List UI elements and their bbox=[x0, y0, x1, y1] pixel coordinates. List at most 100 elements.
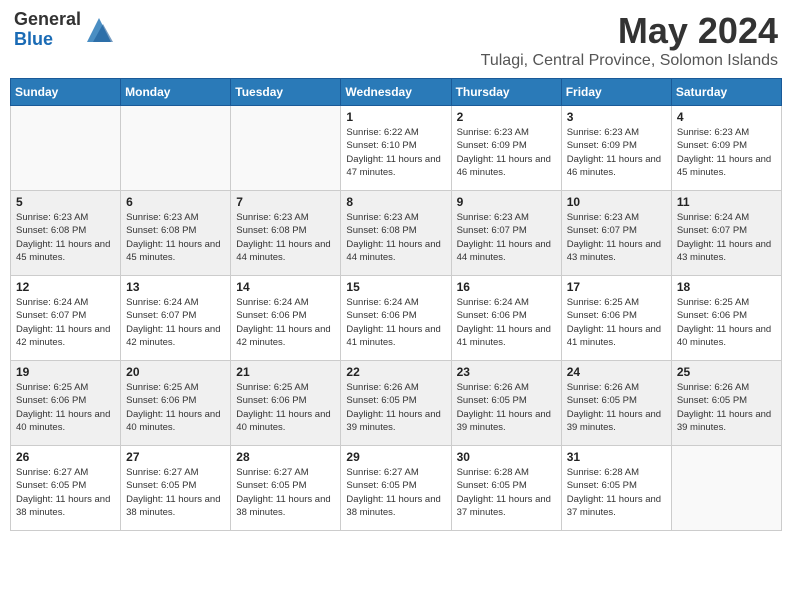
calendar-cell: 3Sunrise: 6:23 AM Sunset: 6:09 PM Daylig… bbox=[561, 106, 671, 191]
day-number: 18 bbox=[677, 280, 776, 294]
day-info: Sunrise: 6:23 AM Sunset: 6:07 PM Dayligh… bbox=[567, 211, 666, 264]
calendar-cell: 22 Sunrise: 6:26 AM Sunset: 6:05 PM Dayli… bbox=[341, 361, 451, 446]
day-number: 25 bbox=[677, 365, 776, 379]
calendar-cell: 1 Sunrise: 6:22 AM Sunset: 6:10 PM Daylig… bbox=[341, 106, 451, 191]
day-info: Sunrise: 6:23 AM Sunset: 6:08 PM Dayligh… bbox=[346, 211, 445, 264]
day-number: 20 bbox=[126, 365, 225, 379]
calendar-week-row: 5 Sunrise: 6:23 AM Sunset: 6:08 PM Daylig… bbox=[11, 191, 782, 276]
day-number: 30 bbox=[457, 450, 556, 464]
calendar-cell: 17 Sunrise: 6:25 AM Sunset: 6:06 PM Dayli… bbox=[561, 276, 671, 361]
calendar-cell: 31 Sunrise: 6:28 AM Sunset: 6:05 PM Dayli… bbox=[561, 446, 671, 531]
day-info: Sunrise: 6:23 AM Sunset: 6:08 PM Dayligh… bbox=[126, 211, 225, 264]
calendar-day-header: Wednesday bbox=[341, 79, 451, 106]
day-info: Sunrise: 6:23 AM Sunset: 6:08 PM Dayligh… bbox=[16, 211, 115, 264]
calendar-day-header: Monday bbox=[121, 79, 231, 106]
day-info: Sunrise: 6:25 AM Sunset: 6:06 PM Dayligh… bbox=[126, 381, 225, 434]
day-info: Sunrise: 6:25 AM Sunset: 6:06 PM Dayligh… bbox=[236, 381, 335, 434]
calendar-cell: 14 Sunrise: 6:24 AM Sunset: 6:06 PM Dayli… bbox=[231, 276, 341, 361]
calendar-cell: 9 Sunrise: 6:23 AM Sunset: 6:07 PM Daylig… bbox=[451, 191, 561, 276]
day-info: Sunrise: 6:26 AM Sunset: 6:05 PM Dayligh… bbox=[346, 381, 445, 434]
calendar-table: SundayMondayTuesdayWednesdayThursdayFrid… bbox=[10, 78, 782, 531]
day-number: 2 bbox=[457, 110, 556, 124]
day-number: 12 bbox=[16, 280, 115, 294]
day-number: 6 bbox=[126, 195, 225, 209]
day-info: Sunrise: 6:26 AM Sunset: 6:05 PM Dayligh… bbox=[677, 381, 776, 434]
calendar-cell: 6 Sunrise: 6:23 AM Sunset: 6:08 PM Daylig… bbox=[121, 191, 231, 276]
day-info: Sunrise: 6:23 AM Sunset: 6:09 PM Dayligh… bbox=[677, 126, 776, 179]
day-number: 5 bbox=[16, 195, 115, 209]
calendar-cell: 10Sunrise: 6:23 AM Sunset: 6:07 PM Dayli… bbox=[561, 191, 671, 276]
day-info: Sunrise: 6:26 AM Sunset: 6:05 PM Dayligh… bbox=[457, 381, 556, 434]
day-number: 28 bbox=[236, 450, 335, 464]
day-info: Sunrise: 6:27 AM Sunset: 6:05 PM Dayligh… bbox=[126, 466, 225, 519]
calendar-day-header: Tuesday bbox=[231, 79, 341, 106]
day-number: 1 bbox=[346, 110, 445, 124]
calendar-cell: 24Sunrise: 6:26 AM Sunset: 6:05 PM Dayli… bbox=[561, 361, 671, 446]
day-info: Sunrise: 6:24 AM Sunset: 6:06 PM Dayligh… bbox=[236, 296, 335, 349]
day-number: 3 bbox=[567, 110, 666, 124]
day-info: Sunrise: 6:23 AM Sunset: 6:08 PM Dayligh… bbox=[236, 211, 335, 264]
day-info: Sunrise: 6:27 AM Sunset: 6:05 PM Dayligh… bbox=[16, 466, 115, 519]
title-section: May 2024 Tulagi, Central Province, Solom… bbox=[481, 10, 778, 70]
calendar-cell: 19 Sunrise: 6:25 AM Sunset: 6:06 PM Dayli… bbox=[11, 361, 121, 446]
day-number: 23 bbox=[457, 365, 556, 379]
day-info: Sunrise: 6:28 AM Sunset: 6:05 PM Dayligh… bbox=[567, 466, 666, 519]
day-info: Sunrise: 6:24 AM Sunset: 6:07 PM Dayligh… bbox=[126, 296, 225, 349]
calendar-cell: 4 Sunrise: 6:23 AM Sunset: 6:09 PM Daylig… bbox=[671, 106, 781, 191]
calendar-cell: 29 Sunrise: 6:27 AM Sunset: 6:05 PM Dayli… bbox=[341, 446, 451, 531]
day-number: 17 bbox=[567, 280, 666, 294]
page-header: General Blue May 2024 Tulagi, Central Pr… bbox=[10, 10, 782, 70]
calendar-header-row: SundayMondayTuesdayWednesdayThursdayFrid… bbox=[11, 79, 782, 106]
calendar-cell: 5 Sunrise: 6:23 AM Sunset: 6:08 PM Daylig… bbox=[11, 191, 121, 276]
day-number: 19 bbox=[16, 365, 115, 379]
logo-icon bbox=[83, 14, 115, 46]
day-number: 8 bbox=[346, 195, 445, 209]
calendar-cell bbox=[671, 446, 781, 531]
day-info: Sunrise: 6:25 AM Sunset: 6:06 PM Dayligh… bbox=[16, 381, 115, 434]
calendar-cell: 18 Sunrise: 6:25 AM Sunset: 6:06 PM Dayli… bbox=[671, 276, 781, 361]
calendar-cell: 16Sunrise: 6:24 AM Sunset: 6:06 PM Dayli… bbox=[451, 276, 561, 361]
day-info: Sunrise: 6:25 AM Sunset: 6:06 PM Dayligh… bbox=[677, 296, 776, 349]
day-number: 31 bbox=[567, 450, 666, 464]
day-number: 4 bbox=[677, 110, 776, 124]
day-info: Sunrise: 6:22 AM Sunset: 6:10 PM Dayligh… bbox=[346, 126, 445, 179]
day-number: 27 bbox=[126, 450, 225, 464]
day-info: Sunrise: 6:27 AM Sunset: 6:05 PM Dayligh… bbox=[346, 466, 445, 519]
day-number: 13 bbox=[126, 280, 225, 294]
day-info: Sunrise: 6:28 AM Sunset: 6:05 PM Dayligh… bbox=[457, 466, 556, 519]
calendar-week-row: 12 Sunrise: 6:24 AM Sunset: 6:07 PM Dayli… bbox=[11, 276, 782, 361]
calendar-cell: 7Sunrise: 6:23 AM Sunset: 6:08 PM Daylig… bbox=[231, 191, 341, 276]
day-info: Sunrise: 6:23 AM Sunset: 6:09 PM Dayligh… bbox=[457, 126, 556, 179]
calendar-cell: 21 Sunrise: 6:25 AM Sunset: 6:06 PM Dayli… bbox=[231, 361, 341, 446]
calendar-cell: 15Sunrise: 6:24 AM Sunset: 6:06 PM Dayli… bbox=[341, 276, 451, 361]
day-number: 21 bbox=[236, 365, 335, 379]
location-subtitle: Tulagi, Central Province, Solomon Island… bbox=[481, 52, 778, 70]
day-number: 24 bbox=[567, 365, 666, 379]
calendar-week-row: 1 Sunrise: 6:22 AM Sunset: 6:10 PM Daylig… bbox=[11, 106, 782, 191]
logo[interactable]: General Blue bbox=[14, 10, 115, 50]
day-info: Sunrise: 6:24 AM Sunset: 6:07 PM Dayligh… bbox=[16, 296, 115, 349]
calendar-cell: 27 Sunrise: 6:27 AM Sunset: 6:05 PM Dayli… bbox=[121, 446, 231, 531]
day-number: 11 bbox=[677, 195, 776, 209]
calendar-cell: 26 Sunrise: 6:27 AM Sunset: 6:05 PM Dayli… bbox=[11, 446, 121, 531]
calendar-cell: 20 Sunrise: 6:25 AM Sunset: 6:06 PM Dayli… bbox=[121, 361, 231, 446]
month-year-title: May 2024 bbox=[481, 10, 778, 52]
day-number: 9 bbox=[457, 195, 556, 209]
day-info: Sunrise: 6:27 AM Sunset: 6:05 PM Dayligh… bbox=[236, 466, 335, 519]
day-info: Sunrise: 6:25 AM Sunset: 6:06 PM Dayligh… bbox=[567, 296, 666, 349]
calendar-cell: 30 Sunrise: 6:28 AM Sunset: 6:05 PM Dayli… bbox=[451, 446, 561, 531]
day-info: Sunrise: 6:24 AM Sunset: 6:07 PM Dayligh… bbox=[677, 211, 776, 264]
day-number: 26 bbox=[16, 450, 115, 464]
calendar-cell: 12 Sunrise: 6:24 AM Sunset: 6:07 PM Dayli… bbox=[11, 276, 121, 361]
calendar-cell bbox=[121, 106, 231, 191]
day-number: 14 bbox=[236, 280, 335, 294]
day-info: Sunrise: 6:23 AM Sunset: 6:07 PM Dayligh… bbox=[457, 211, 556, 264]
calendar-cell: 25 Sunrise: 6:26 AM Sunset: 6:05 PM Dayli… bbox=[671, 361, 781, 446]
calendar-day-header: Sunday bbox=[11, 79, 121, 106]
logo-general-text: General bbox=[14, 10, 81, 30]
calendar-day-header: Saturday bbox=[671, 79, 781, 106]
day-number: 29 bbox=[346, 450, 445, 464]
calendar-cell: 13 Sunrise: 6:24 AM Sunset: 6:07 PM Dayli… bbox=[121, 276, 231, 361]
day-number: 15 bbox=[346, 280, 445, 294]
day-number: 22 bbox=[346, 365, 445, 379]
